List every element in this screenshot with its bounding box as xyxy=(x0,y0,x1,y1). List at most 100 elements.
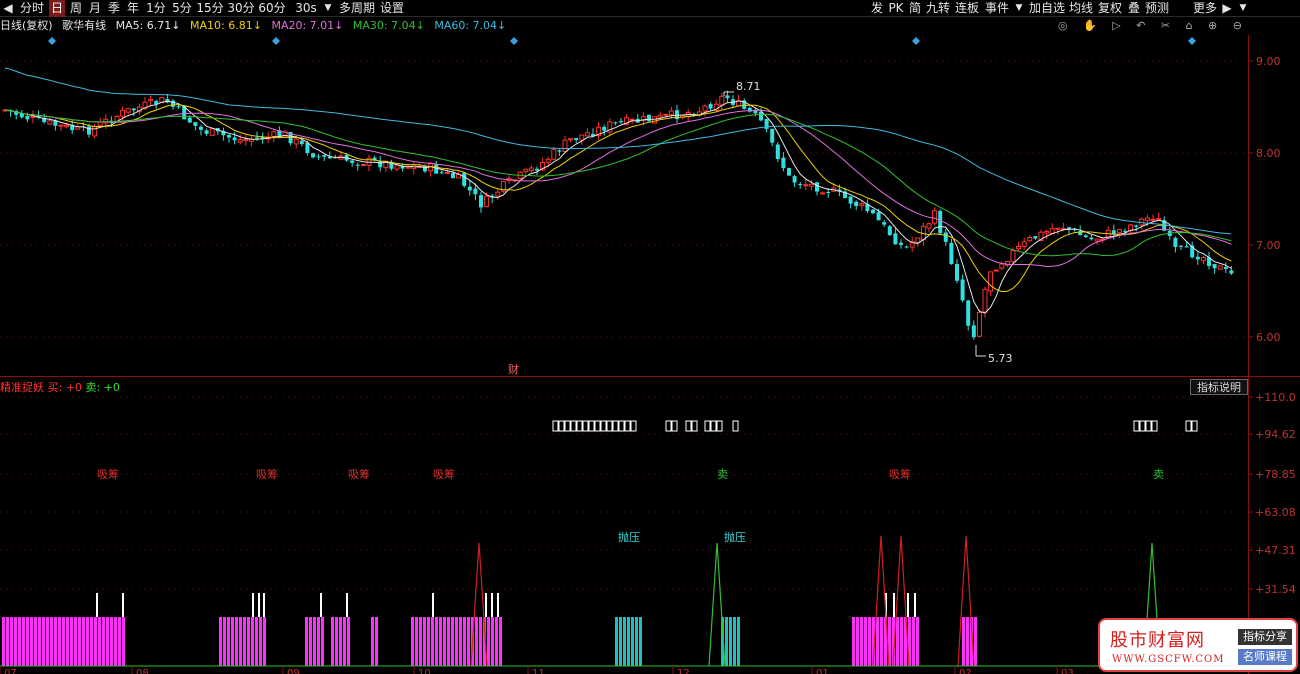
accumulation-bar xyxy=(459,617,462,666)
chevron-down-icon[interactable]: ▼ xyxy=(1013,0,1025,17)
indicator-axis-tick: +94.62 xyxy=(1255,428,1296,441)
event-diamond[interactable] xyxy=(912,37,920,45)
tab-day[interactable]: 日 xyxy=(49,0,65,17)
accumulation-bar xyxy=(331,617,334,666)
indicator-help-button[interactable]: 指标说明 xyxy=(1190,379,1248,395)
btn-lianban[interactable]: 连板 xyxy=(954,0,980,17)
btn-jiuzhuan[interactable]: 九转 xyxy=(925,0,951,17)
tab-30s[interactable]: 30s xyxy=(293,0,319,17)
collapse-icon[interactable]: ▶ xyxy=(1220,0,1234,17)
candle-body xyxy=(1173,237,1178,247)
candle-body xyxy=(882,222,887,225)
btn-add-watchlist[interactable]: 加自选 xyxy=(1028,0,1066,17)
btn-forecast[interactable]: 预测 xyxy=(1144,0,1170,17)
signal-box xyxy=(564,420,571,432)
candle-body xyxy=(120,109,126,117)
signal-box xyxy=(606,420,613,432)
tab-15min[interactable]: 15分 xyxy=(196,0,224,17)
btn-more[interactable]: 更多 xyxy=(1192,0,1218,17)
candle-body xyxy=(647,114,651,122)
accumulation-bar xyxy=(102,617,105,666)
btn-adjust[interactable]: 复权 xyxy=(1097,0,1123,17)
tab-60min[interactable]: 60分 xyxy=(258,0,286,17)
candle-body xyxy=(1049,228,1055,234)
tab-season[interactable]: 季 xyxy=(106,0,122,17)
candle-body xyxy=(988,271,994,292)
signal-box xyxy=(1151,420,1158,432)
tab-fenshi[interactable]: 分时 xyxy=(18,0,46,17)
candlesticks xyxy=(2,90,1234,340)
event-diamond[interactable] xyxy=(510,37,518,45)
signal-box xyxy=(582,420,589,432)
accumulation-bar xyxy=(375,617,378,666)
finance-marker[interactable]: 财 xyxy=(508,362,519,376)
candle-body xyxy=(394,164,400,170)
accumulation-bar xyxy=(239,617,242,666)
signal-box xyxy=(1185,420,1192,432)
prev-arrow-icon[interactable]: ◀ xyxy=(0,0,16,17)
accumulation-bar xyxy=(243,617,246,666)
event-diamond[interactable] xyxy=(1188,37,1196,45)
candle-body xyxy=(574,138,579,140)
signal-box xyxy=(630,420,637,432)
accumulation-bar xyxy=(419,617,422,666)
accumulation-bar xyxy=(313,617,316,666)
accumulation-bar xyxy=(223,617,226,666)
signal-box xyxy=(716,420,723,432)
signal-box xyxy=(624,420,631,432)
btn-overlay[interactable]: 叠 xyxy=(1126,0,1142,17)
tab-settings[interactable]: 设置 xyxy=(379,0,405,17)
candle-body xyxy=(955,264,959,281)
site-watermark: 股市财富网 WWW.GSCFW.COM 指标分享 名师课程 xyxy=(1098,618,1298,672)
candle-body xyxy=(1150,218,1156,221)
accumulation-bar xyxy=(966,617,969,666)
indicator-header: 精准捉妖 买: +0 卖: +0 xyxy=(0,380,120,395)
btn-events[interactable]: 事件 xyxy=(984,0,1010,17)
candle-body xyxy=(899,242,903,245)
event-diamond[interactable] xyxy=(48,37,56,45)
tab-1min[interactable]: 1分 xyxy=(144,0,168,17)
accumulation-bar xyxy=(467,617,470,666)
chart-canvas[interactable]: 9.00 8.00 7.00 6.00 +110.0 +94.62 +78.85 +63.0… xyxy=(0,0,1300,674)
btn-pk[interactable]: PK xyxy=(887,0,905,17)
accumulation-bar xyxy=(912,617,915,666)
candle-body xyxy=(826,192,831,194)
candle-body xyxy=(848,196,853,204)
signal-box xyxy=(588,420,595,432)
candle-body xyxy=(993,269,999,272)
candle-body xyxy=(467,186,472,191)
signal-box xyxy=(1139,420,1146,432)
candle-body xyxy=(1094,238,1100,242)
candle-body xyxy=(360,163,366,166)
accumulation-bar xyxy=(22,617,25,666)
signal-label-xichou: 吸筹 xyxy=(97,467,119,481)
indicator-sell: 卖: +0 xyxy=(85,381,120,394)
signal-label-sell: 卖 xyxy=(1153,468,1164,481)
candle-body xyxy=(299,140,304,145)
tab-month[interactable]: 月 xyxy=(87,0,103,17)
candle-body xyxy=(322,155,327,157)
candle-body xyxy=(557,150,562,152)
chart-tool-icons[interactable]: ◎ ✋ ▷ ↶ ✂ ⌂ ⊕ ⊖ xyxy=(1058,19,1248,33)
candle-body xyxy=(545,158,551,163)
candle-body xyxy=(613,122,618,124)
tab-multi-period[interactable]: 多周期 xyxy=(337,0,377,17)
tab-30min[interactable]: 30分 xyxy=(227,0,255,17)
btn-simple[interactable]: 简 xyxy=(907,0,923,17)
tab-5min[interactable]: 5分 xyxy=(170,0,194,17)
tab-week[interactable]: 周 xyxy=(68,0,84,17)
candle-body xyxy=(904,246,909,248)
btn-ma-lines[interactable]: 均线 xyxy=(1068,0,1094,17)
accumulation-bar xyxy=(343,617,346,666)
candle-body xyxy=(1021,241,1027,248)
chevron-down-icon[interactable]: ▼ xyxy=(1237,0,1249,17)
chevron-down-icon[interactable]: ▼ xyxy=(322,0,334,17)
candle-body xyxy=(523,168,529,172)
candle-body xyxy=(1200,257,1206,262)
tab-year[interactable]: 年 xyxy=(125,0,141,17)
candle-body xyxy=(271,131,277,137)
btn-fa[interactable]: 发 xyxy=(869,0,885,17)
event-diamond[interactable] xyxy=(272,37,280,45)
candle-body xyxy=(305,142,310,154)
signal-box xyxy=(1191,420,1198,432)
